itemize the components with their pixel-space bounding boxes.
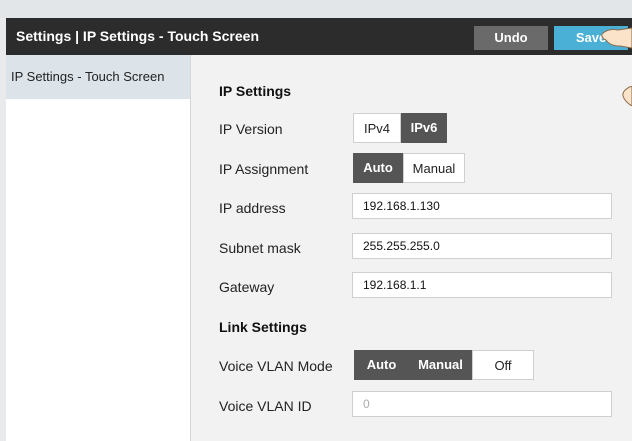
ip-settings-heading: IP Settings: [219, 83, 292, 99]
gateway-label: Gateway: [219, 279, 275, 295]
voice-vlan-auto-option[interactable]: Auto: [354, 350, 409, 380]
sidebar-item-ip-settings[interactable]: IP Settings - Touch Screen: [6, 55, 190, 99]
voice-vlan-off-option[interactable]: Off: [472, 350, 534, 380]
hand-pointer-icon: [622, 86, 632, 106]
gateway-field[interactable]: 192.168.1.1: [352, 272, 612, 298]
voice-vlan-id-label: Voice VLAN ID: [219, 398, 312, 414]
voice-vlan-id-field[interactable]: 0: [352, 391, 612, 417]
page-title: Settings | IP Settings - Touch Screen: [16, 28, 259, 44]
settings-panel: IP Settings IP Version IPv4 IPv6 IP Assi…: [191, 55, 632, 441]
sidebar-item-label: IP Settings - Touch Screen: [11, 69, 165, 84]
subnet-mask-field[interactable]: 255.255.255.0: [352, 233, 612, 259]
ip-version-ipv6-option[interactable]: IPv6: [401, 113, 447, 143]
ip-assignment-manual-option[interactable]: Manual: [403, 153, 465, 183]
ip-address-label: IP address: [219, 200, 286, 216]
settings-window: Settings | IP Settings - Touch Screen Un…: [0, 0, 632, 441]
header-bar: Settings | IP Settings - Touch Screen Un…: [6, 18, 632, 55]
voice-vlan-mode-toggle: Auto Manual Off: [354, 350, 534, 380]
ip-version-toggle: IPv4 IPv6: [353, 113, 447, 143]
voice-vlan-manual-option[interactable]: Manual: [409, 350, 472, 380]
undo-button[interactable]: Undo: [474, 26, 548, 50]
ip-version-ipv4-option[interactable]: IPv4: [353, 113, 401, 143]
ip-assignment-toggle: Auto Manual: [353, 153, 465, 183]
sidebar: IP Settings - Touch Screen: [6, 55, 191, 441]
ip-assignment-auto-option[interactable]: Auto: [353, 153, 403, 183]
top-band: [0, 0, 632, 18]
ip-version-label: IP Version: [219, 121, 283, 137]
hand-pointer-icon: [601, 27, 632, 49]
ip-address-field[interactable]: 192.168.1.130: [352, 193, 612, 219]
link-settings-heading: Link Settings: [219, 319, 307, 335]
subnet-mask-label: Subnet mask: [219, 240, 301, 256]
ip-assignment-label: IP Assignment: [219, 161, 309, 177]
voice-vlan-mode-label: Voice VLAN Mode: [219, 358, 333, 374]
